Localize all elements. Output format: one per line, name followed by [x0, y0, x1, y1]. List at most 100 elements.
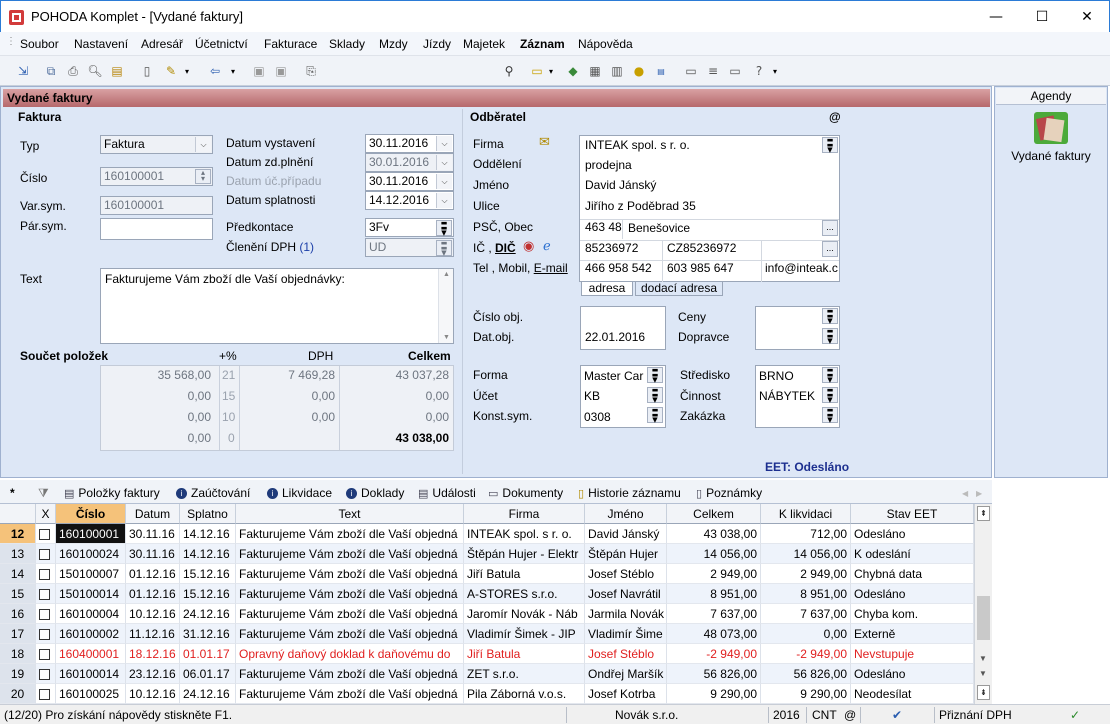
message-icon[interactable]: ▭ — [682, 62, 700, 80]
zakazka-select-icon[interactable]: ▬ ▬ ▼ — [822, 407, 838, 424]
minimize-button[interactable]: — — [973, 1, 1019, 32]
ucet-field[interactable]: KB — [584, 389, 600, 403]
save-icon[interactable]: ▣ — [250, 62, 268, 80]
grid-header-cislo[interactable]: Číslo — [56, 504, 126, 524]
coins-icon[interactable]: ● — [630, 62, 648, 80]
note-icon[interactable]: ▭ — [726, 62, 744, 80]
scroll-thumb[interactable] — [977, 596, 990, 640]
firma-select-icon[interactable]: ▬ ▬ ▼ — [822, 137, 838, 154]
tel-field[interactable]: 466 958 542 — [585, 261, 652, 275]
menu-sklady[interactable]: Sklady — [329, 37, 365, 51]
chevron-down-icon[interactable]: ▼ — [979, 669, 987, 678]
chevron-down-icon[interactable]: ⌵ — [436, 155, 452, 170]
predkontace-field[interactable]: 3Fv ▬ ▬ ▼ — [365, 218, 454, 237]
menu-majetek[interactable]: Majetek — [463, 37, 505, 51]
new-doc-icon[interactable]: ▯ — [138, 62, 156, 80]
row-checkbox[interactable] — [39, 629, 50, 641]
grid-header-x[interactable]: X — [36, 504, 56, 524]
chevron-down-icon[interactable]: ⌵ — [436, 136, 452, 151]
vydane-faktury-icon[interactable] — [1033, 111, 1069, 145]
obec-ellipsis-button[interactable]: ... — [822, 220, 838, 236]
print-preview-icon[interactable]: 🔍︎ — [86, 62, 104, 80]
grid-header-datum[interactable]: Datum — [126, 504, 180, 524]
back-arrow-icon[interactable]: ⇦ — [206, 62, 224, 80]
calculator-icon[interactable]: ▦ — [586, 62, 604, 80]
chevron-down-icon[interactable]: ⌵ — [436, 174, 452, 189]
forma-field[interactable]: Master Car — [584, 369, 646, 383]
cell-x[interactable] — [36, 584, 56, 604]
save-as-icon[interactable]: ▣ — [272, 62, 290, 80]
forma-select-icon[interactable]: ▬ ▬ ▼ — [647, 367, 663, 384]
tag-icon[interactable]: ◆ — [564, 62, 582, 80]
dic-ellipsis-button[interactable]: ... — [822, 241, 838, 257]
varsym-field[interactable]: 160100001 — [100, 196, 213, 215]
firma-field[interactable]: INTEAK spol. s r. o. — [585, 138, 690, 152]
chevron-down-icon[interactable]: ▾ — [178, 62, 196, 80]
grid-header-staveet[interactable]: Stav EET — [851, 504, 974, 524]
close-button[interactable]: ✕ — [1064, 1, 1110, 32]
copy-doc-icon[interactable]: ⧉ — [42, 62, 60, 80]
menu-adresar[interactable]: Adresář — [141, 37, 183, 51]
table-row[interactable]: 13 160100024 30.11.16 14.12.16 Fakturujeme V… — [0, 544, 974, 564]
cell-x[interactable] — [36, 684, 56, 704]
table-row[interactable]: 16 160100004 10.12.16 24.12.16 Fakturujeme V… — [0, 604, 974, 624]
text-area[interactable]: Fakturujeme Vám zboží dle Vaší objednávk… — [100, 268, 454, 344]
datum-vystaveni-field[interactable]: 30.11.2016 ⌵ — [365, 134, 454, 153]
tabs-scroll-left-icon[interactable]: ◀ — [962, 484, 968, 502]
row-checkbox[interactable] — [39, 589, 50, 601]
stredisko-field[interactable]: BRNO — [759, 369, 794, 383]
scroll-top-icon[interactable]: ⇞ — [977, 506, 990, 521]
menu-napoveda[interactable]: Nápověda — [578, 37, 633, 51]
table-row[interactable]: 18 160400001 18.12.16 01.01.17 Opravný daňov… — [0, 644, 974, 664]
tab-polozky[interactable]: ▤ Položky faktury — [64, 484, 160, 502]
dic-field[interactable]: CZ85236972 — [667, 241, 736, 255]
chevron-down-icon[interactable]: ▾ — [542, 62, 560, 80]
menu-soubor[interactable]: Soubor — [20, 37, 59, 51]
grid-header-jmeno[interactable]: Jméno — [585, 504, 667, 524]
address-book-icon[interactable]: ✉ — [539, 135, 550, 150]
mobil-field[interactable]: 603 985 647 — [667, 261, 734, 275]
cell-x[interactable] — [36, 524, 56, 544]
grid-scrollbar[interactable]: ⇞ ▼ ▼ ⇟ — [974, 504, 992, 704]
table-row[interactable]: 12 160100001 30.11.16 14.12.16 Fakturujeme V… — [0, 524, 974, 544]
konst-select-icon[interactable]: ▬ ▬ ▼ — [647, 407, 663, 424]
registry-icon[interactable]: ◉ — [523, 239, 534, 254]
stepper-icon[interactable]: ▴ ▾ — [195, 169, 211, 184]
menu-fakturace[interactable]: Fakturace — [264, 37, 317, 51]
datum-splatnosti-field[interactable]: 14.12.2016 ⌵ — [365, 191, 454, 210]
clipboard-icon[interactable]: ⎘ — [302, 62, 320, 80]
stredisko-select-icon[interactable]: ▬ ▬ ▼ — [822, 367, 838, 384]
maximize-button[interactable]: ☐ — [1019, 1, 1065, 32]
cell-x[interactable] — [36, 604, 56, 624]
dopravce-select-icon[interactable]: ▬ ▬ ▼ — [822, 328, 838, 345]
cinnost-field[interactable]: NÁBYTEK — [759, 389, 815, 403]
table-row[interactable]: 15 150100014 01.12.16 15.12.16 Fakturujeme V… — [0, 584, 974, 604]
row-checkbox[interactable] — [39, 689, 50, 701]
datum-uc-field[interactable]: 30.11.2016 ⌵ — [365, 172, 454, 191]
dat-obj-field[interactable]: 22.01.2016 — [585, 330, 645, 344]
grid-header-firma[interactable]: Firma — [464, 504, 585, 524]
scroll-bottom-icon[interactable]: ⇟ — [977, 685, 990, 700]
chevron-down-icon[interactable]: ⌵ — [436, 193, 452, 208]
filter-icon[interactable]: ⚲ — [500, 62, 518, 80]
select-list-icon[interactable]: ▬ ▬ ▼ — [436, 220, 452, 236]
filter-tab-icon[interactable]: ⧩ — [38, 484, 49, 502]
jmeno-field[interactable]: David Jánský — [585, 178, 656, 192]
menu-zaznam[interactable]: Záznam — [520, 37, 565, 51]
menu-nastaveni[interactable]: Nastavení — [74, 37, 128, 51]
tab-dokumenty[interactable]: ▭ Dokumenty — [488, 484, 563, 502]
ucet-select-icon[interactable]: ▬ ▬ ▼ — [647, 387, 663, 404]
row-checkbox[interactable] — [39, 649, 50, 661]
tab-likvidace[interactable]: i Likvidace — [267, 484, 332, 502]
tab-dodaci-adresa[interactable]: dodací adresa — [635, 282, 723, 296]
ceny-select-icon[interactable]: ▬ ▬ ▼ — [822, 308, 838, 325]
grid-header-splatno[interactable]: Splatno — [180, 504, 236, 524]
table-row[interactable]: 14 150100007 01.12.16 15.12.16 Fakturujeme V… — [0, 564, 974, 584]
print-icon[interactable]: ⎙ — [64, 62, 82, 80]
chevron-down-icon[interactable]: ▼ — [979, 654, 987, 663]
text-scrollbar[interactable]: ▲ ▼ — [438, 269, 453, 343]
ulice-field[interactable]: Jiřího z Poděbrad 35 — [585, 199, 696, 213]
chevron-down-icon[interactable]: ▾ — [766, 62, 784, 80]
cislo-field[interactable]: 160100001 ▴ ▾ — [100, 167, 213, 186]
row-checkbox[interactable] — [39, 529, 50, 541]
